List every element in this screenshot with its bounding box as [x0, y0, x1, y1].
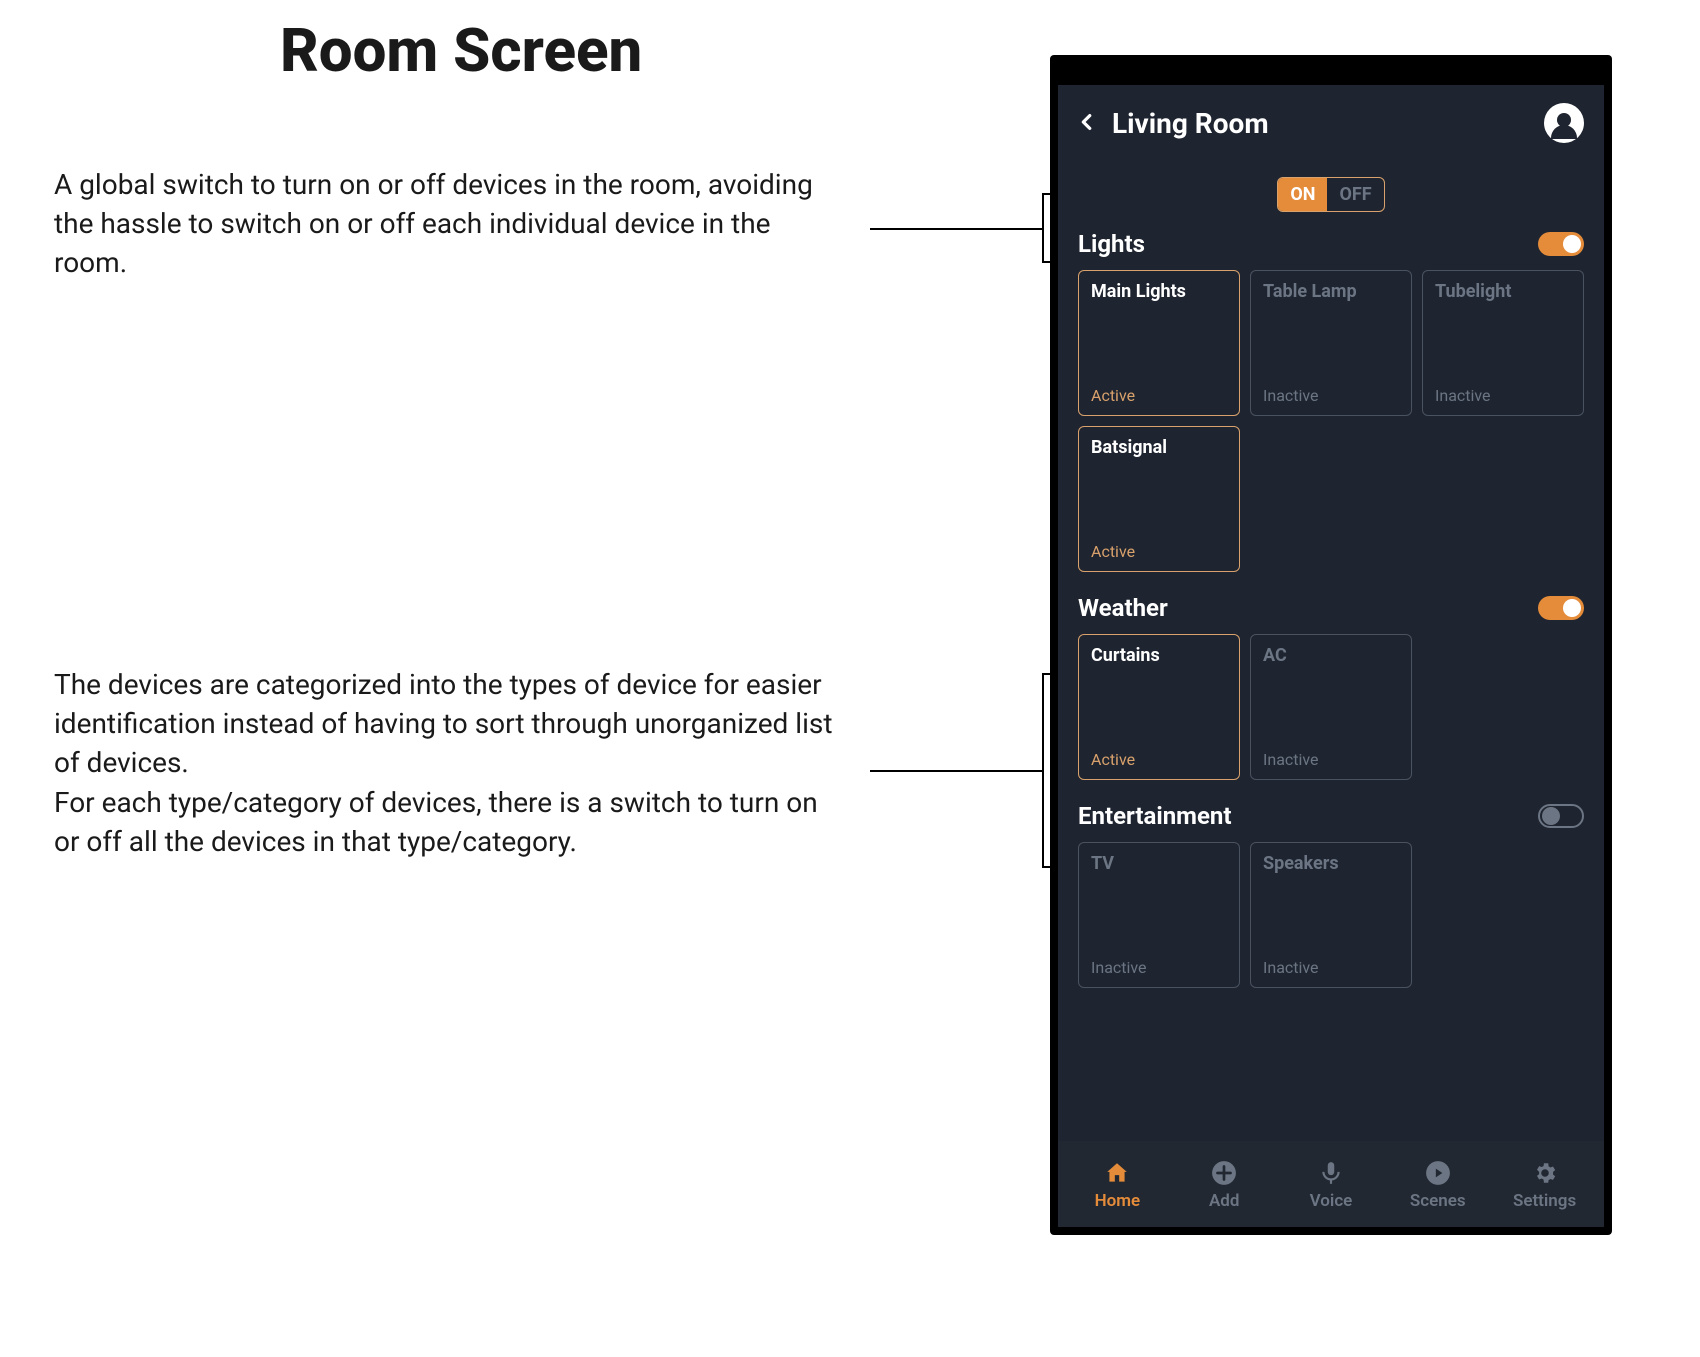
device-status: Inactive: [1263, 958, 1399, 977]
section-toggle[interactable]: [1538, 232, 1584, 256]
sections-container: Lights Main Lights Active Table Lamp Ina…: [1058, 226, 1604, 1141]
nav-settings[interactable]: Settings: [1500, 1159, 1590, 1211]
add-icon: [1210, 1159, 1238, 1187]
device-card-ac[interactable]: AC Inactive: [1250, 634, 1412, 780]
callout-line: [1042, 866, 1050, 868]
gear-icon: [1531, 1159, 1559, 1187]
device-name: Main Lights: [1091, 281, 1227, 302]
profile-icon[interactable]: [1544, 103, 1584, 143]
device-status: Inactive: [1091, 958, 1227, 977]
nav-home[interactable]: Home: [1072, 1159, 1162, 1211]
section-weather: Weather Curtains Active AC Inactive: [1078, 594, 1584, 780]
device-grid: Main Lights Active Table Lamp Inactive T…: [1078, 270, 1584, 572]
device-card-main-lights[interactable]: Main Lights Active: [1078, 270, 1240, 416]
nav-label: Home: [1095, 1191, 1141, 1211]
section-header: Entertainment: [1078, 802, 1584, 830]
section-entertainment: Entertainment TV Inactive Speakers Inact…: [1078, 802, 1584, 988]
device-status: Inactive: [1263, 750, 1399, 769]
nav-label: Settings: [1513, 1191, 1576, 1211]
section-toggle[interactable]: [1538, 804, 1584, 828]
global-switch-off[interactable]: OFF: [1327, 178, 1383, 211]
page-title: Room Screen: [280, 15, 642, 86]
device-name: Speakers: [1263, 853, 1399, 874]
section-header: Lights: [1078, 230, 1584, 258]
home-icon: [1103, 1159, 1131, 1187]
device-status: Active: [1091, 542, 1227, 561]
back-button[interactable]: [1076, 107, 1098, 140]
callout-line: [870, 770, 1042, 772]
device-card-table-lamp[interactable]: Table Lamp Inactive: [1250, 270, 1412, 416]
callout-line: [1042, 673, 1044, 868]
global-switch-row: ON OFF: [1058, 155, 1604, 226]
phone-mockup: Living Room ON OFF Lights Main Lights Ac…: [1050, 55, 1612, 1235]
mic-icon: [1317, 1159, 1345, 1187]
nav-label: Scenes: [1410, 1191, 1466, 1211]
device-name: AC: [1263, 645, 1399, 666]
callout-line: [870, 228, 1042, 230]
device-card-speakers[interactable]: Speakers Inactive: [1250, 842, 1412, 988]
device-name: Batsignal: [1091, 437, 1227, 458]
nav-label: Voice: [1310, 1191, 1353, 1211]
device-status: Active: [1091, 750, 1227, 769]
room-title: Living Room: [1112, 107, 1530, 140]
nav-voice[interactable]: Voice: [1286, 1159, 1376, 1211]
device-card-tv[interactable]: TV Inactive: [1078, 842, 1240, 988]
annotation-categories: The devices are categorized into the typ…: [54, 665, 844, 861]
play-icon: [1424, 1159, 1452, 1187]
annotation-global-switch: A global switch to turn on or off device…: [54, 165, 844, 283]
section-toggle[interactable]: [1538, 596, 1584, 620]
callout-line: [1042, 193, 1044, 263]
room-header: Living Room: [1058, 85, 1604, 155]
device-status: Active: [1091, 386, 1227, 405]
section-lights: Lights Main Lights Active Table Lamp Ina…: [1078, 230, 1584, 572]
device-card-batsignal[interactable]: Batsignal Active: [1078, 426, 1240, 572]
phone-screen: Living Room ON OFF Lights Main Lights Ac…: [1058, 85, 1604, 1227]
device-card-tubelight[interactable]: Tubelight Inactive: [1422, 270, 1584, 416]
device-name: Table Lamp: [1263, 281, 1399, 302]
device-card-curtains[interactable]: Curtains Active: [1078, 634, 1240, 780]
section-header: Weather: [1078, 594, 1584, 622]
device-grid: TV Inactive Speakers Inactive: [1078, 842, 1584, 988]
section-title: Entertainment: [1078, 802, 1232, 830]
device-grid: Curtains Active AC Inactive: [1078, 634, 1584, 780]
callout-line: [1042, 261, 1050, 263]
nav-scenes[interactable]: Scenes: [1393, 1159, 1483, 1211]
bottom-nav: Home Add Voice Scenes: [1058, 1141, 1604, 1227]
nav-add[interactable]: Add: [1179, 1159, 1269, 1211]
global-switch[interactable]: ON OFF: [1277, 177, 1384, 212]
device-status: Inactive: [1435, 386, 1571, 405]
section-title: Weather: [1078, 594, 1168, 622]
device-name: Curtains: [1091, 645, 1227, 666]
callout-line: [1042, 193, 1050, 195]
device-name: TV: [1091, 853, 1227, 874]
global-switch-on[interactable]: ON: [1278, 178, 1327, 211]
nav-label: Add: [1209, 1191, 1240, 1211]
section-title: Lights: [1078, 230, 1145, 258]
device-status: Inactive: [1263, 386, 1399, 405]
device-name: Tubelight: [1435, 281, 1571, 302]
callout-line: [1042, 673, 1050, 675]
